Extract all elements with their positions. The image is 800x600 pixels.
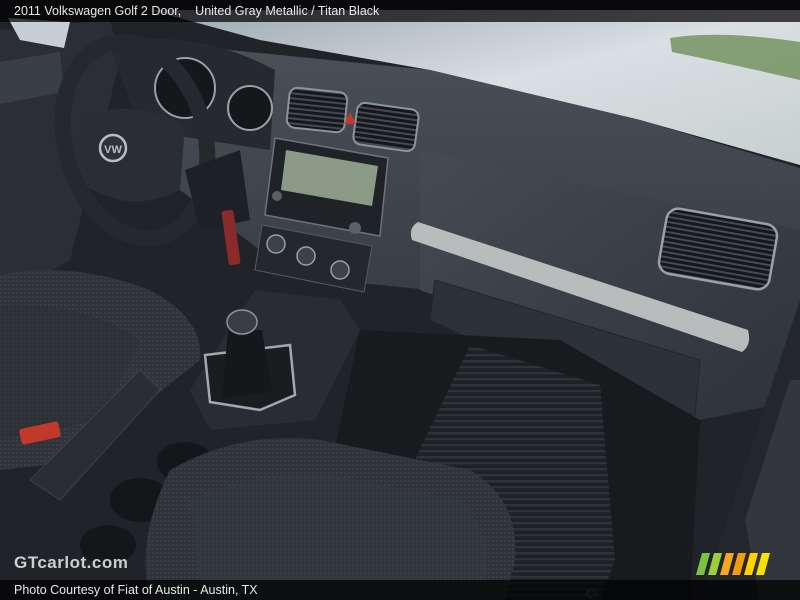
credit-bar: Photo Courtesy of Fiat of Austin - Austi… xyxy=(0,580,800,600)
steering-wheel-hub xyxy=(80,108,185,202)
vent-center-left xyxy=(285,86,349,134)
gtcarlot-watermark: GTcarlot.com xyxy=(14,553,129,572)
car-interior-photo: VW Golf xyxy=(0,0,800,600)
brand-stripes-logo xyxy=(696,553,770,575)
photo-stage: VW Golf 2011 Volkswagen Golf 2 Door, Uni… xyxy=(0,0,800,600)
gear-knob xyxy=(226,309,258,335)
climate-knob-2 xyxy=(296,246,316,266)
caption-car: 2011 Volkswagen Golf 2 Door, xyxy=(14,4,182,18)
caption-bar: 2011 Volkswagen Golf 2 Door, United Gray… xyxy=(0,0,800,22)
radio-knob-left xyxy=(272,191,282,201)
tachometer-ring xyxy=(227,85,273,131)
credit-text: Photo Courtesy of Fiat of Austin - Austi… xyxy=(14,583,258,597)
vent-center-right xyxy=(352,101,420,153)
climate-knob-1 xyxy=(266,234,286,254)
radio-knob-right xyxy=(349,222,361,234)
caption-colors: United Gray Metallic / Titan Black xyxy=(195,4,380,18)
svg-text:VW: VW xyxy=(104,144,122,156)
climate-knob-3 xyxy=(330,260,350,280)
